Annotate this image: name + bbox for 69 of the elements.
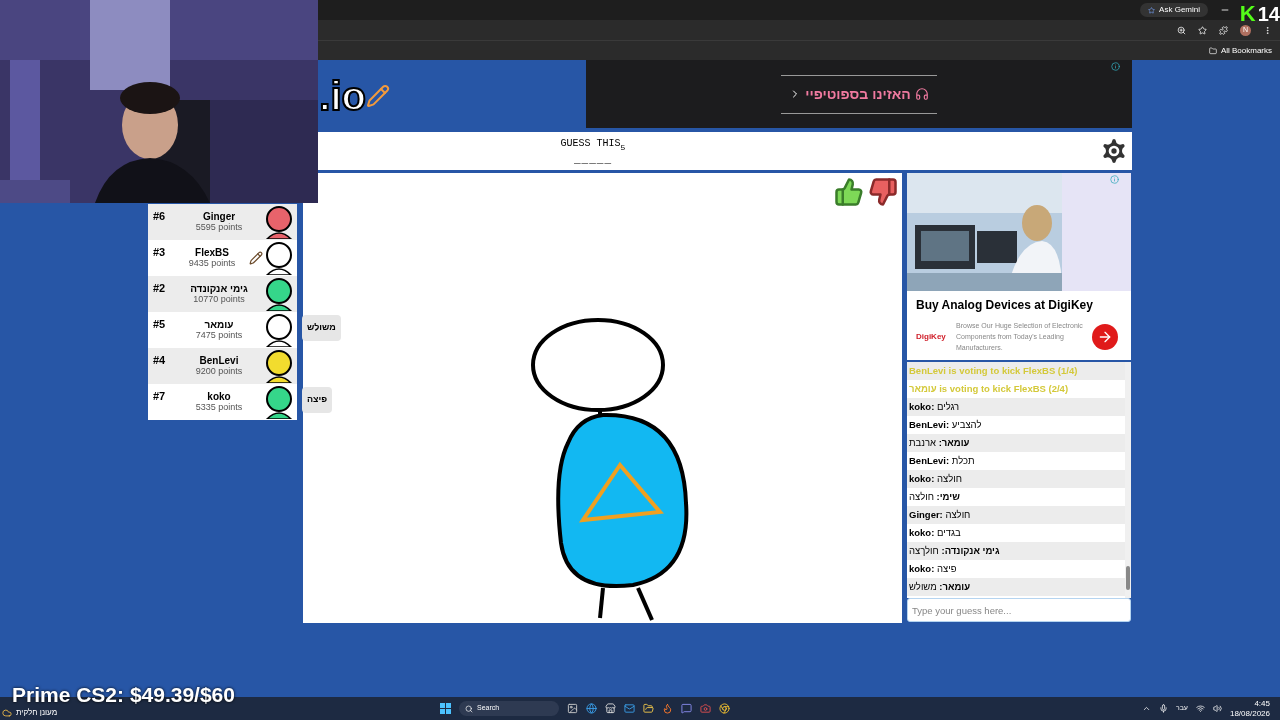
app-icon[interactable] (719, 703, 730, 714)
search-icon (465, 704, 473, 713)
banner-ad[interactable]: האזינו בספוטיפיי (586, 60, 1132, 128)
player-rank: #3 (153, 245, 167, 260)
start-icon[interactable] (440, 703, 451, 714)
player-rank: #2 (153, 281, 167, 296)
logo: .io (319, 76, 366, 116)
clock-date: 18/08/2026 (1229, 708, 1270, 719)
word-hint: _____ (574, 154, 612, 166)
app-icon[interactable] (662, 703, 673, 714)
ad-arrow-button[interactable] (1092, 323, 1118, 350)
guess-input[interactable]: Type your guess here... (907, 598, 1131, 622)
viewer-count: 14 (1257, 4, 1280, 24)
scrollbar[interactable] (1125, 362, 1131, 598)
chat-message: שימי: חולצה (909, 489, 960, 504)
app-icon[interactable] (681, 703, 692, 714)
player-points: 5335 points (195, 402, 243, 413)
viewer-logo: K (1239, 3, 1256, 25)
player-points: 10770 points (193, 294, 245, 305)
ad-text: האזינו בספוטיפיי (805, 84, 911, 104)
chat-message: עומאר: משולש (909, 579, 971, 594)
stream-goal: Prime CS2: $49.39/$60 (12, 681, 235, 708)
gemini-button[interactable]: Ask Gemini (1140, 3, 1208, 17)
player-points: 9435 points (188, 258, 236, 269)
chevron-up-icon[interactable] (1141, 704, 1151, 713)
extensions-icon[interactable] (1219, 25, 1228, 35)
weather-text: מעונן חלקית (16, 707, 58, 719)
player-rank: #5 (153, 317, 167, 332)
player-name: koko (207, 391, 231, 402)
app-icon[interactable] (567, 703, 578, 714)
player-name: FlexBS (195, 247, 229, 258)
folder-icon[interactable] (643, 703, 654, 714)
thumbs-down-icon[interactable] (868, 177, 898, 207)
weather-icon (2, 708, 12, 718)
brand-logo: DigiKey (916, 330, 947, 343)
player-name: גימי אנקונדה (190, 283, 248, 294)
player-points: 5595 points (195, 222, 243, 233)
chat-message: עומאר: ארנבת (909, 435, 970, 450)
guess-label: GUESS THIS (560, 137, 621, 149)
app-icon[interactable] (605, 703, 616, 714)
ad-title: Buy Analog Devices at DigiKey (915, 297, 1094, 314)
volume-icon[interactable] (1212, 704, 1222, 713)
player-points: 9200 points (195, 366, 243, 377)
app-icon[interactable] (586, 703, 597, 714)
player-name: Ginger (202, 211, 236, 222)
player-points: 7475 points (195, 330, 243, 341)
speech-bubble: משולש (302, 315, 341, 341)
player-rank: #6 (153, 209, 167, 224)
clock-time: 4:45 (1254, 698, 1270, 709)
headphones-icon (914, 87, 929, 101)
player-rank: #7 (153, 389, 167, 404)
folder-icon (1208, 46, 1217, 55)
player-name: עומאר (204, 319, 234, 330)
player-name: BenLevi (199, 355, 239, 366)
app-icon[interactable] (624, 703, 635, 714)
letter-count: 5 (620, 143, 626, 154)
thumbs-up-icon[interactable] (834, 177, 864, 207)
chat-message: עומאר is voting to kick FlexBS (2/4) (909, 381, 1069, 396)
all-bookmarks-link[interactable]: All Bookmarks (1220, 44, 1272, 57)
speech-bubble: פיצה (302, 387, 333, 413)
menu-icon[interactable] (1263, 25, 1272, 35)
chat-message: BenLevi is voting to kick FlexBS (1/4) (909, 363, 1078, 378)
bookmark-star-icon[interactable] (1198, 25, 1207, 35)
zoom-icon[interactable] (1177, 25, 1186, 35)
microphone-icon[interactable] (1158, 704, 1168, 713)
ad-info-icon[interactable] (1111, 62, 1120, 71)
player-rank: #4 (153, 353, 167, 368)
wifi-icon[interactable] (1195, 704, 1205, 713)
chat-message: גימי אנקונדה: חולךצה (909, 543, 1000, 558)
